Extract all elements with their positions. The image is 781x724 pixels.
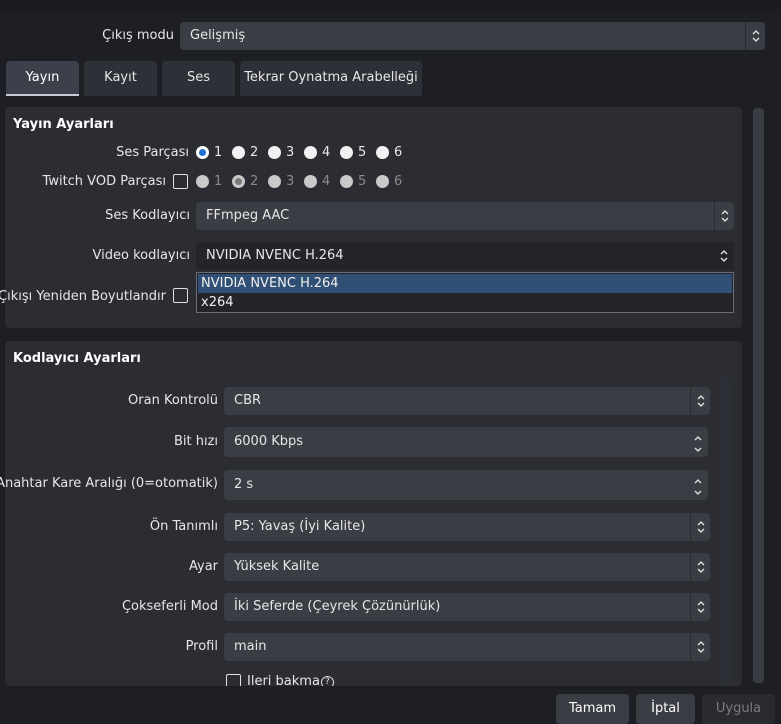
rate-control-label: Oran Kontrolü — [128, 393, 218, 408]
twitch-vod-track-label: Twitch VOD Parçası — [42, 174, 166, 189]
preset-value: P5: Yavaş (İyi Kalite) — [234, 519, 366, 534]
profile-value: main — [234, 639, 267, 654]
twitch-vod-radio-5 — [340, 175, 353, 188]
video-encoder-value: NVIDIA NVENC H.264 — [206, 248, 344, 263]
twitch-vod-num-4: 4 — [322, 174, 331, 189]
preset-select[interactable]: P5: Yavaş (İyi Kalite) — [224, 513, 710, 541]
tab-audio[interactable]: Ses — [162, 61, 235, 96]
profile-select[interactable]: main — [224, 633, 710, 661]
apply-button[interactable]: Uygula — [702, 694, 775, 724]
tuning-value: Yüksek Kalite — [234, 559, 320, 574]
audio-track-num-5: 5 — [358, 145, 367, 160]
updown-arrows-icon — [690, 593, 710, 621]
twitch-vod-radio-3 — [268, 175, 281, 188]
updown-arrows-icon — [690, 633, 710, 661]
ok-button[interactable]: Tamam — [556, 694, 629, 724]
audio-track-num-1: 1 — [214, 145, 223, 160]
output-mode-label: Çıkış modu — [102, 28, 174, 43]
updown-arrows-icon — [745, 22, 765, 50]
outer-scrollbar[interactable] — [753, 108, 764, 683]
tuning-label: Ayar — [188, 559, 218, 574]
rescale-output-label: Çıkışı Yeniden Boyutlandır — [0, 289, 166, 304]
keyframe-interval-label: Anahtar Kare Aralığı (0=otomatik) — [0, 476, 218, 491]
tab-stream[interactable]: Yayın — [6, 61, 79, 96]
twitch-vod-track-checkbox[interactable] — [173, 174, 188, 189]
encoder-settings-title: Kodlayıcı Ayarları — [13, 351, 141, 366]
updown-arrows-icon — [690, 513, 710, 541]
audio-encoder-value: FFmpeg AAC — [206, 208, 290, 223]
audio-track-num-4: 4 — [322, 145, 331, 160]
inner-scrollbar[interactable] — [721, 378, 731, 685]
updown-arrows-icon — [690, 553, 710, 581]
video-encoder-label: Video kodlayıcı — [92, 248, 190, 263]
audio-track-radio-3[interactable] — [268, 146, 281, 159]
twitch-vod-num-3: 3 — [286, 174, 295, 189]
keyframe-interval-spinbox[interactable]: 2 s — [224, 470, 708, 500]
video-encoder-dropdown: NVIDIA NVENC H.264 x264 — [196, 272, 734, 313]
twitch-vod-radio-6 — [376, 175, 389, 188]
bitrate-label: Bit hızı — [173, 434, 218, 449]
spin-arrows-icon[interactable] — [688, 470, 708, 498]
twitch-vod-num-5: 5 — [358, 174, 367, 189]
multipass-select[interactable]: İki Seferde (Çeyrek Çözünürlük) — [224, 593, 710, 621]
audio-track-radio-1[interactable] — [196, 146, 209, 159]
updown-arrows-icon — [714, 202, 734, 230]
audio-track-num-6: 6 — [394, 145, 403, 160]
profile-label: Profil — [185, 639, 218, 654]
output-mode-select[interactable]: Gelişmiş — [180, 22, 765, 50]
dropdown-option-x264[interactable]: x264 — [198, 293, 732, 312]
twitch-vod-num-1: 1 — [214, 174, 223, 189]
cancel-button[interactable]: İptal — [636, 694, 695, 724]
multipass-label: Çokseferli Mod — [121, 599, 218, 614]
audio-encoder-select[interactable]: FFmpeg AAC — [196, 202, 734, 230]
audio-track-num-2: 2 — [250, 145, 259, 160]
updown-arrows-icon — [690, 387, 710, 415]
multipass-value: İki Seferde (Çeyrek Çözünürlük) — [234, 599, 441, 614]
twitch-vod-radio-1 — [196, 175, 209, 188]
audio-encoder-label: Ses Kodlayıcı — [105, 208, 190, 223]
twitch-vod-radio-4 — [304, 175, 317, 188]
bitrate-spinbox[interactable]: 6000 Kbps — [224, 427, 708, 457]
top-strip — [0, 0, 781, 10]
audio-track-num-3: 3 — [286, 145, 295, 160]
audio-track-radio-6[interactable] — [376, 146, 389, 159]
audio-track-radio-4[interactable] — [304, 146, 317, 159]
audio-track-radio-5[interactable] — [340, 146, 353, 159]
help-icon[interactable]: ? — [320, 676, 334, 686]
twitch-vod-num-2: 2 — [250, 174, 259, 189]
lookahead-checkbox[interactable] — [226, 674, 241, 686]
preset-label: Ön Tanımlı — [149, 519, 218, 534]
stream-settings-title: Yayın Ayarları — [13, 117, 114, 132]
twitch-vod-radio-2 — [232, 175, 245, 188]
tab-recording[interactable]: Kayıt — [84, 61, 157, 96]
audio-track-radio-2[interactable] — [232, 146, 245, 159]
lookahead-row: İleri bakma? — [224, 674, 424, 686]
updown-arrows-icon — [714, 242, 734, 270]
rate-control-value: CBR — [234, 393, 262, 408]
tab-replay-buffer[interactable]: Tekrar Oynatma Arabelleği — [240, 61, 422, 96]
video-encoder-select[interactable]: NVIDIA NVENC H.264 — [196, 242, 734, 270]
tuning-select[interactable]: Yüksek Kalite — [224, 553, 710, 581]
audio-track-label: Ses Parçası — [116, 145, 189, 160]
twitch-vod-num-6: 6 — [394, 174, 403, 189]
bitrate-value: 6000 Kbps — [234, 434, 304, 449]
lookahead-label: İleri bakma? — [247, 674, 334, 686]
dropdown-option-nvenc[interactable]: NVIDIA NVENC H.264 — [198, 274, 732, 293]
keyframe-interval-value: 2 s — [234, 477, 254, 492]
output-mode-value: Gelişmiş — [190, 28, 246, 43]
spin-arrows-icon[interactable] — [688, 427, 708, 455]
rescale-output-checkbox[interactable] — [173, 288, 188, 303]
rate-control-select[interactable]: CBR — [224, 387, 710, 415]
